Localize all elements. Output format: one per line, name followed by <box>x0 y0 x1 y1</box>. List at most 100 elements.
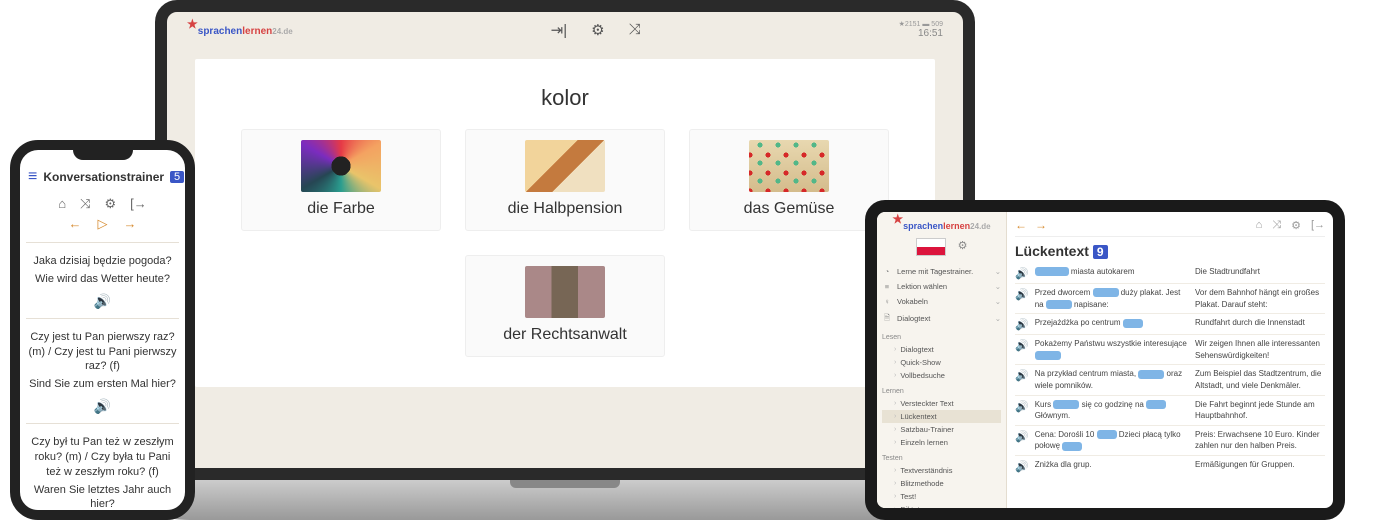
prev-icon[interactable]: ← <box>69 216 82 232</box>
conversation-block: Jaka dzisiaj będzie pogoda? Wie wird das… <box>26 242 179 318</box>
logout-icon[interactable]: [→ <box>130 196 147 212</box>
shuffle-icon[interactable]: ⤨ <box>1272 219 1281 232</box>
next-icon[interactable]: → <box>124 216 137 232</box>
target-text: Vor dem Bahnhof hängt ein großes Plakat.… <box>1195 287 1325 310</box>
sidebar-subitem-label: Quick-Show <box>900 358 940 367</box>
option-label: die Halbpension <box>478 200 652 218</box>
home-icon[interactable]: ⌂ <box>1256 219 1263 232</box>
text-gap[interactable] <box>1053 400 1079 409</box>
option-image <box>525 140 605 192</box>
sidebar-item-label: Vokabeln <box>897 297 928 306</box>
gear-icon[interactable]: ⚙ <box>591 21 604 39</box>
audio-icon[interactable]: 🔊 <box>28 398 177 415</box>
text-gap[interactable] <box>1097 430 1117 439</box>
option-image <box>525 266 605 318</box>
audio-icon[interactable]: 🔊 <box>1015 317 1029 331</box>
audio-icon[interactable]: 🔊 <box>1015 338 1029 352</box>
score-small: ★2151 ▬ 509 <box>899 20 943 28</box>
audio-icon[interactable]: 🔊 <box>1015 459 1029 473</box>
audio-icon[interactable]: 🔊 <box>28 518 177 520</box>
sidebar-subitem-label: Versteckter Text <box>900 399 953 408</box>
target-text: Ermäßigungen für Gruppen. <box>1195 459 1325 471</box>
sidebar-cat-testen: Testen <box>882 453 1001 464</box>
brand-logo: ★sprachenlernen24.de <box>187 23 293 37</box>
text-gap[interactable] <box>1035 267 1069 276</box>
sidebar-subitem[interactable]: › Quick-Show <box>882 356 1001 369</box>
gap-text-line: 🔊 Cena: Dorośli 10 Dzieci płacą tylko po… <box>1015 425 1325 455</box>
gear-icon[interactable]: ⚙ <box>1291 219 1301 232</box>
gear-icon[interactable]: ⚙ <box>958 240 968 252</box>
lesson-badge: 5 <box>170 171 184 183</box>
gap-text-line: 🔊 Przed dworcem duży plakat. Jest na nap… <box>1015 283 1325 313</box>
text-gap[interactable] <box>1146 400 1166 409</box>
sidebar-item-icon: 🗎 <box>882 312 892 325</box>
sidebar-subitem[interactable]: › Lückentext <box>882 410 1001 423</box>
sidebar-subitem-label: Textverständnis <box>900 466 952 475</box>
audio-icon[interactable]: 🔊 <box>28 293 177 310</box>
prev-icon[interactable]: ← <box>1015 218 1027 232</box>
audio-icon[interactable]: 🔊 <box>1015 287 1029 301</box>
sidebar-item-label: Dialogtext <box>897 314 930 323</box>
sidebar-subitem[interactable]: › Einzeln lernen <box>882 436 1001 449</box>
text-gap[interactable] <box>1035 351 1061 360</box>
sidebar-subitem[interactable]: › Blitzmethode <box>882 477 1001 490</box>
logout-icon[interactable]: [→ <box>1311 219 1325 232</box>
exit-icon[interactable]: ⇥| <box>551 21 567 39</box>
chevron-right-icon: › <box>894 480 896 487</box>
audio-icon[interactable]: 🔊 <box>1015 429 1029 443</box>
sidebar-subitem[interactable]: › Versteckter Text <box>882 397 1001 410</box>
gap-text-line: 🔊 Przejażdżka po centrum Rundfahrt durch… <box>1015 313 1325 334</box>
source-text: Przed dworcem duży plakat. Jest na napis… <box>1035 287 1189 310</box>
audio-icon[interactable]: 🔊 <box>1015 399 1029 413</box>
vocab-option[interactable]: die Halbpension <box>465 129 665 231</box>
chevron-down-icon: ⌄ <box>995 314 1001 323</box>
vocab-option[interactable]: die Farbe <box>241 129 441 231</box>
audio-icon[interactable]: 🔊 <box>1015 368 1029 382</box>
option-label: die Farbe <box>254 200 428 218</box>
sidebar-subitem[interactable]: › Satzbau-Trainer <box>882 423 1001 436</box>
sidebar-subitem[interactable]: › Vollbedsuche <box>882 369 1001 382</box>
phone-device: ≡ Konversationstrainer 5 ⌂ ⤨ ⚙ [→ ← ▷ → … <box>10 140 195 520</box>
sidebar-subitem[interactable]: › Test! <box>882 490 1001 503</box>
source-sentence: Czy jest tu Pan pierwszy raz? (m) / Czy … <box>28 330 177 375</box>
sidebar-subitem-label: Blitzmethode <box>900 479 943 488</box>
vocab-card: kolor die Farbe die Halbpension das Gemü… <box>195 59 935 387</box>
text-gap[interactable] <box>1138 370 1164 379</box>
text-gap[interactable] <box>1123 319 1143 328</box>
sidebar-item[interactable]: ◔ Lerne mit Tagestrainer. ⌄ <box>882 264 1001 279</box>
source-sentence: Czy był tu Pan też w zeszłym roku? (m) /… <box>28 435 177 480</box>
shuffle-icon[interactable]: ⤨ <box>80 196 90 212</box>
sidebar-subitem-label: Dialogtext <box>900 345 933 354</box>
text-gap[interactable] <box>1062 442 1082 451</box>
home-icon[interactable]: ⌂ <box>58 196 66 212</box>
sidebar-subitem[interactable]: › Diktat <box>882 503 1001 516</box>
vocab-option[interactable]: das Gemüse <box>689 129 889 231</box>
phone-notch <box>73 148 133 160</box>
sidebar-item[interactable]: ♀ Vokabeln ⌄ <box>882 294 1001 309</box>
audio-icon[interactable]: 🔊 <box>1015 266 1029 280</box>
text-gap[interactable] <box>1046 300 1072 309</box>
source-text: Zniżka dla grup. <box>1035 459 1189 471</box>
next-icon[interactable]: → <box>1035 218 1047 232</box>
gap-text-line: 🔊 Zniżka dla grup. Ermäßigungen für Grup… <box>1015 455 1325 476</box>
sidebar-item[interactable]: 🗎 Dialogtext ⌄ <box>882 309 1001 328</box>
sidebar-subitem-label: Vollbedsuche <box>900 371 945 380</box>
play-icon[interactable]: ▷ <box>98 216 108 232</box>
gear-icon[interactable]: ⚙ <box>104 196 116 212</box>
vocab-word: kolor <box>205 85 925 111</box>
sidebar-subitem[interactable]: › Dialogtext <box>882 343 1001 356</box>
chevron-right-icon: › <box>894 493 896 500</box>
chevron-right-icon: › <box>894 467 896 474</box>
vocab-option[interactable]: der Rechtsanwalt <box>465 255 665 357</box>
shuffle-icon[interactable]: ⤨ <box>629 21 641 39</box>
source-text: Na przykład centrum miasta, oraz wiele p… <box>1035 368 1189 391</box>
target-sentence: Wie wird das Wetter heute? <box>28 272 177 287</box>
menu-icon[interactable]: ≡ <box>28 168 37 186</box>
target-sentence: Waren Sie letztes Jahr auch hier? <box>28 483 177 513</box>
source-text: Kurs się co godzinę na Głównym. <box>1035 399 1189 422</box>
tablet-sidebar: ★sprachenlernen24.de ⚙ ◔ Lerne mit Tages… <box>877 212 1007 508</box>
sidebar-item[interactable]: ≡ Lektion wählen ⌄ <box>882 279 1001 294</box>
text-gap[interactable] <box>1093 288 1119 297</box>
sidebar-subitem[interactable]: › Textverständnis <box>882 464 1001 477</box>
chevron-down-icon: ⌄ <box>995 267 1001 276</box>
